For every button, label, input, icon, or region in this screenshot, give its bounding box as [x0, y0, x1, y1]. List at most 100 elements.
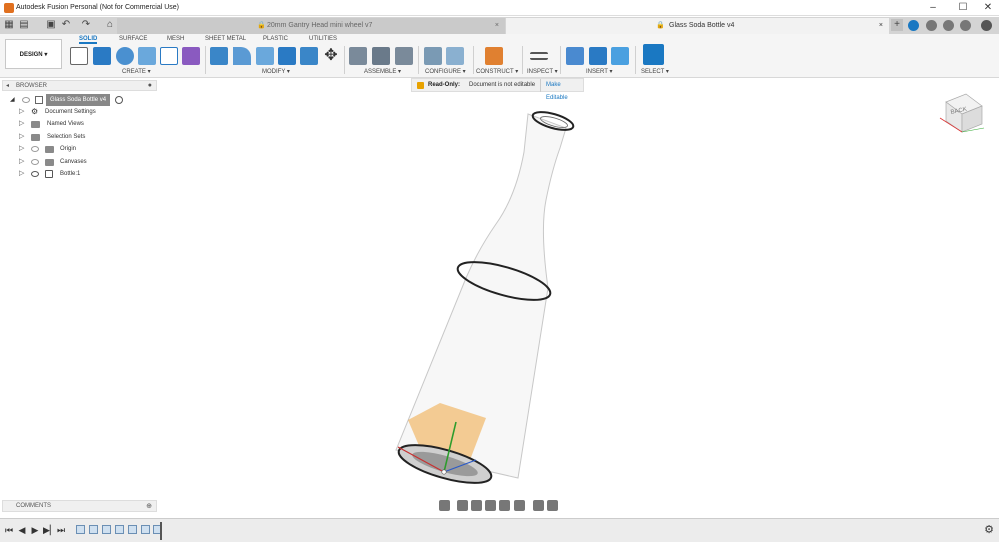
file-menu-icon[interactable]: ▤ — [18, 19, 30, 31]
grid-settings-icon[interactable] — [533, 500, 544, 511]
display-settings-icon[interactable] — [514, 500, 525, 511]
expand-arrow-icon[interactable]: ▷ — [19, 106, 24, 118]
look-at-icon[interactable] — [457, 500, 468, 511]
orbit-icon[interactable] — [439, 500, 450, 511]
user-avatar[interactable] — [981, 20, 992, 31]
viewports-icon[interactable] — [547, 500, 558, 511]
collapse-icon[interactable]: ◂ — [6, 81, 9, 91]
timeline-feature-extrude[interactable] — [89, 525, 98, 534]
browser-root-item[interactable]: ◢ Glass Soda Bottle v4 — [0, 94, 160, 106]
tab-sheet-metal[interactable]: SHEET METAL — [205, 36, 246, 42]
visibility-icon[interactable] — [31, 171, 39, 177]
tab-close-icon[interactable]: × — [495, 18, 499, 34]
timeline-feature-revolve[interactable] — [102, 525, 111, 534]
tab-mesh[interactable]: MESH — [167, 36, 184, 42]
extrude-icon[interactable] — [93, 47, 111, 65]
tab-glass-soda-bottle[interactable]: 🔒 Glass Soda Bottle v4 × — [506, 18, 889, 34]
expand-arrow-icon[interactable]: ▷ — [19, 143, 24, 155]
insert-mcmaster-icon[interactable] — [589, 47, 607, 65]
play-icon[interactable]: ▶ — [30, 525, 40, 535]
viewcube[interactable]: BACK — [938, 88, 988, 138]
browser-item-canvases[interactable]: ▷ Canvases — [0, 156, 160, 168]
extensions-icon[interactable] — [908, 20, 919, 31]
configure-group-label[interactable]: CONFIGURE ▾ — [425, 68, 466, 75]
tab-surface[interactable]: SURFACE — [119, 36, 147, 42]
modify-group-label[interactable]: MODIFY ▾ — [262, 68, 290, 75]
visibility-icon[interactable] — [31, 146, 39, 152]
pan-icon[interactable] — [471, 500, 482, 511]
origin-point[interactable] — [441, 469, 447, 475]
tab-utilities[interactable]: UTILITIES — [309, 36, 337, 42]
step-back-icon[interactable]: ◀ — [17, 525, 27, 535]
expand-arrow-icon[interactable]: ▷ — [19, 118, 24, 130]
create-group-label[interactable]: CREATE ▾ — [122, 68, 151, 75]
pin-icon[interactable]: ● — [148, 81, 152, 91]
insert-canvas-icon[interactable] — [611, 47, 629, 65]
add-comment-icon[interactable]: ⊕ — [146, 501, 152, 512]
inspect-group-label[interactable]: INSPECT ▾ — [527, 68, 558, 75]
redo-icon[interactable]: ↷ — [80, 19, 92, 31]
zoom-icon[interactable] — [485, 500, 496, 511]
pattern-icon[interactable] — [160, 47, 178, 65]
combine-icon[interactable] — [278, 47, 296, 65]
browser-item-bottle[interactable]: ▷ Bottle:1 — [0, 168, 160, 180]
shell-icon[interactable] — [256, 47, 274, 65]
tab-close-icon[interactable]: × — [879, 18, 883, 34]
new-tab-icon[interactable]: + — [891, 19, 903, 31]
insert-group-label[interactable]: INSERT ▾ — [586, 68, 612, 75]
browser-item-document-settings[interactable]: ▷ ⚙ Document Settings — [0, 106, 160, 118]
hole-icon[interactable] — [138, 47, 156, 65]
close-button[interactable]: ✕ — [979, 1, 997, 15]
timeline-marker[interactable] — [160, 522, 162, 540]
joint-icon[interactable] — [372, 47, 390, 65]
visibility-icon[interactable] — [31, 159, 39, 165]
configure-table-icon[interactable] — [446, 47, 464, 65]
insert-derive-icon[interactable] — [566, 47, 584, 65]
tab-solid[interactable]: SOLID — [79, 36, 98, 44]
comments-panel[interactable]: COMMENTS ⊕ — [2, 500, 157, 512]
timeline-settings-icon[interactable]: ⚙ — [984, 525, 994, 536]
notifications-icon[interactable] — [943, 20, 954, 31]
new-component-icon[interactable] — [349, 47, 367, 65]
make-editable-button[interactable]: Make Editable — [540, 79, 583, 101]
browser-item-origin[interactable]: ▷ Origin — [0, 143, 160, 155]
expand-arrow-icon[interactable]: ▷ — [19, 168, 24, 180]
save-icon[interactable]: ▣ — [45, 19, 57, 31]
design-mode-dropdown[interactable]: DESIGN ▾ — [5, 39, 62, 69]
construct-group-label[interactable]: CONSTRUCT ▾ — [476, 68, 518, 75]
timeline-feature-sketch[interactable] — [76, 525, 85, 534]
tab-gantry-head[interactable]: 🔒 20mm Gantry Head mini wheel v7 × — [117, 18, 505, 34]
expand-arrow-icon[interactable]: ▷ — [19, 131, 24, 143]
offset-plane-icon[interactable] — [485, 47, 503, 65]
select-icon[interactable] — [643, 44, 664, 65]
browser-header[interactable]: BROWSER ◂ ● — [2, 80, 157, 91]
maximize-button[interactable]: ☐ — [954, 1, 972, 15]
step-forward-icon[interactable]: ▶▏ — [43, 525, 57, 535]
timeline-feature-canvas[interactable] — [141, 525, 150, 534]
help-icon[interactable] — [960, 20, 971, 31]
fit-icon[interactable] — [499, 500, 510, 511]
tab-plastic[interactable]: PLASTIC — [263, 36, 288, 42]
go-to-start-icon[interactable]: ⏮ — [4, 525, 14, 535]
press-pull-icon[interactable] — [210, 47, 228, 65]
move-icon[interactable]: ✥ — [322, 47, 340, 65]
measure-icon[interactable] — [530, 52, 548, 60]
timeline-feature-shell[interactable] — [115, 525, 124, 534]
browser-item-named-views[interactable]: ▷ Named Views — [0, 118, 160, 130]
timeline-feature-fillet[interactable] — [128, 525, 137, 534]
undo-icon[interactable]: ↶ — [60, 19, 72, 31]
home-icon[interactable]: ⌂ — [104, 19, 116, 31]
bottle-model-viewport[interactable] — [380, 100, 600, 495]
expand-arrow-icon[interactable]: ▷ — [19, 156, 24, 168]
fillet-icon[interactable] — [233, 47, 251, 65]
assemble-group-label[interactable]: ASSEMBLE ▾ — [364, 68, 401, 75]
app-grid-icon[interactable]: ▦ — [3, 19, 15, 31]
select-group-label[interactable]: SELECT ▾ — [641, 68, 669, 75]
expand-icon[interactable]: ◢ — [10, 94, 15, 106]
form-icon[interactable] — [182, 47, 200, 65]
go-to-end-icon[interactable]: ⏭ — [56, 525, 66, 535]
visibility-icon[interactable] — [22, 97, 30, 103]
job-status-icon[interactable] — [926, 20, 937, 31]
minimize-button[interactable]: – — [924, 1, 942, 15]
split-icon[interactable] — [300, 47, 318, 65]
